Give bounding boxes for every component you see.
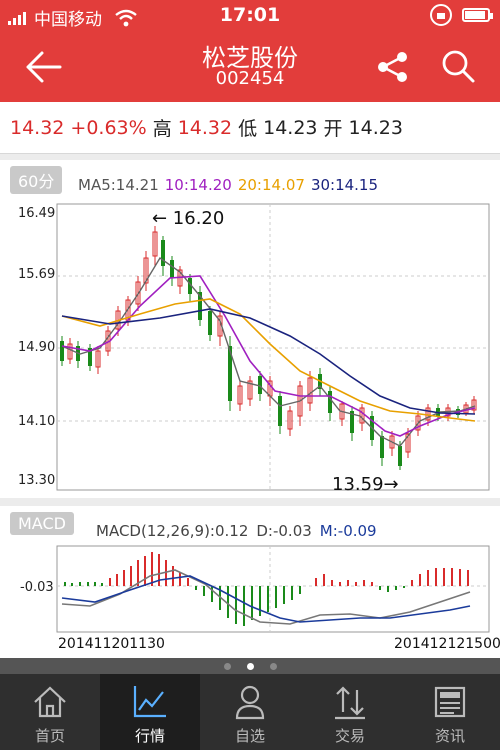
macd-m-value: M:-0.09 [319, 522, 377, 540]
stock-code: 002454 [215, 68, 285, 89]
high-label: 高 [152, 118, 172, 140]
page-dot-2 [246, 662, 254, 670]
page-indicator[interactable] [0, 658, 500, 674]
tab-market-label: 行情 [134, 727, 165, 745]
bottom-tab-bar: 首页 行情 自选 交易 资讯 [0, 674, 500, 750]
macd-chart[interactable]: -0.03 201411201130 201412121500 [0, 540, 500, 658]
tab-trade[interactable]: 交易 [300, 674, 400, 750]
open-label: 开 [323, 118, 343, 140]
trade-icon [335, 686, 365, 720]
tab-market[interactable]: 行情 [100, 674, 200, 750]
macd-end-time: 201412121500 [394, 636, 500, 652]
tab-home[interactable]: 首页 [0, 674, 100, 750]
tab-news[interactable]: 资讯 [400, 674, 500, 750]
ma-legend: MA5:14.21 10:14.20 20:14.07 30:14.15 [78, 176, 378, 194]
ma20-value: 20:14.07 [237, 176, 305, 194]
kline-chart[interactable]: 16.49 15.69 14.90 14.10 13.30 ← 16.20 13… [0, 196, 500, 498]
nav-bar: 松芝股份 002454 [0, 32, 500, 102]
status-time: 17:01 [219, 4, 281, 26]
y-tick-2: 15.69 [18, 267, 55, 282]
tab-watchlist-label: 自选 [234, 727, 265, 745]
change-percent: +0.63% [70, 116, 147, 139]
current-price: 14.32 [10, 116, 65, 139]
tab-home-label: 首页 [34, 727, 65, 745]
ma5-value: MA5:14.21 [78, 176, 159, 194]
share-icon[interactable] [376, 50, 410, 84]
user-icon [235, 685, 265, 720]
macd-axis-label: -0.03 [20, 580, 54, 595]
tab-watchlist[interactable]: 自选 [200, 674, 300, 750]
macd-legend: MACD(12,26,9):0.12 D:-0.03 M:-0.09 [96, 522, 377, 540]
chart-icon [133, 686, 166, 718]
macd-params: MACD(12,26,9):0.12 [96, 522, 249, 540]
ma10-value: 10:14.20 [164, 176, 232, 194]
tab-news-label: 资讯 [434, 727, 465, 745]
tab-trade-label: 交易 [334, 727, 365, 745]
rotation-lock-icon [430, 4, 452, 26]
search-icon[interactable] [440, 48, 476, 84]
high-value: 14.32 [177, 116, 233, 139]
min-price-label: 13.59→ [332, 474, 399, 495]
y-tick-1: 16.49 [18, 206, 55, 221]
low-value: 14.23 [263, 116, 318, 139]
y-tick-3: 14.90 [18, 340, 55, 355]
page-dot-1 [223, 662, 231, 670]
home-icon [34, 686, 66, 718]
macd-d-value: D:-0.03 [256, 522, 312, 540]
max-price-label: ← 16.20 [152, 208, 224, 229]
period-selector[interactable]: 60分 [10, 166, 63, 194]
low-label: 低 [238, 118, 258, 140]
open-value: 14.23 [348, 116, 403, 139]
y-tick-5: 13.30 [18, 473, 55, 488]
ma30-value: 30:14.15 [310, 176, 379, 194]
news-icon [434, 686, 466, 718]
indicator-selector[interactable]: MACD [10, 512, 74, 535]
page-dot-3 [269, 662, 277, 670]
battery-icon [462, 8, 493, 22]
status-bar: 中国移动 17:01 [0, 0, 500, 32]
macd-start-time: 201411201130 [58, 636, 165, 652]
quote-bar: 14.32 +0.63% 高 14.32 低 14.23 开 14.23 [0, 102, 500, 154]
y-tick-4: 14.10 [18, 414, 55, 429]
